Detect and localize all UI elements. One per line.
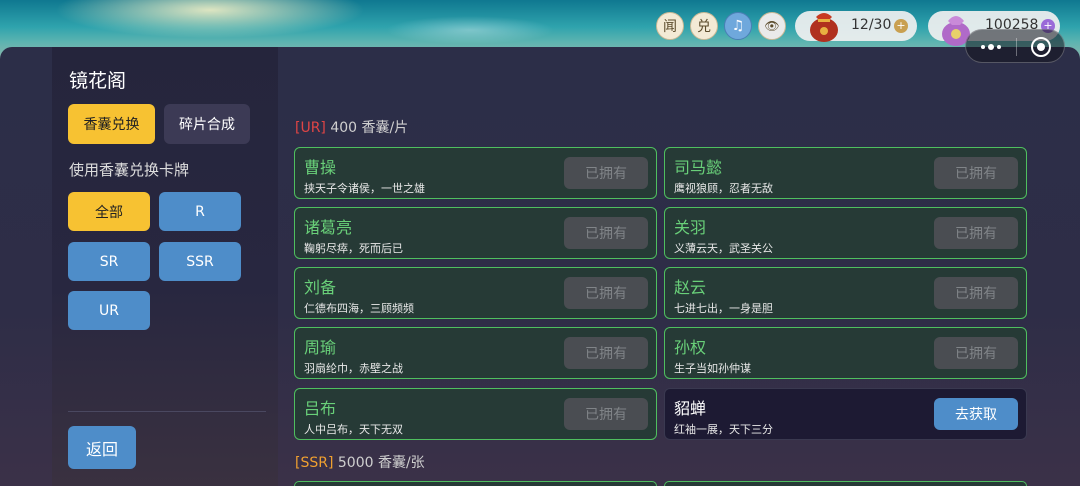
ssr-price: 5000 香囊/张: [337, 455, 425, 471]
owned-button[interactable]: 已拥有: [564, 157, 648, 189]
ssr-card-partial-left: [294, 481, 657, 486]
card-desc: 红袖一展，天下三分: [674, 423, 773, 436]
bag-count: 12/30: [851, 17, 892, 33]
owned-button[interactable]: 已拥有: [934, 157, 1018, 189]
card-name: 赵云: [674, 278, 707, 297]
filter-sr-button[interactable]: SR: [68, 242, 150, 281]
card-desc: 挟天子令诸侯，一世之雄: [304, 182, 425, 195]
owned-button[interactable]: 已拥有: [564, 398, 648, 430]
capsule-divider: [1016, 38, 1017, 56]
filter-ur-button[interactable]: UR: [68, 291, 150, 330]
tab-exchange[interactable]: 香囊兑换: [68, 104, 155, 144]
ur-section-header: [UR] 400 香囊/片: [295, 117, 408, 137]
card-diaochan: 貂蝉 红袖一展，天下三分 去获取: [664, 388, 1027, 440]
card-name: 曹操: [304, 158, 337, 177]
owned-button[interactable]: 已拥有: [934, 337, 1018, 369]
card-zhugeliang: 诸葛亮 鞠躬尽瘁，死而后已 已拥有: [294, 207, 657, 259]
card-sunquan: 孙权 生子当如孙仲谋 已拥有: [664, 327, 1027, 379]
card-desc: 七进七出，一身是胆: [674, 302, 773, 315]
eye-icon[interactable]: 👁: [758, 12, 786, 40]
card-name: 司马懿: [674, 158, 723, 177]
exchange-icon-label: 兑: [697, 19, 711, 35]
card-name: 貂蝉: [674, 399, 707, 418]
card-name: 吕布: [304, 399, 337, 418]
obtain-button[interactable]: 去获取: [934, 398, 1018, 430]
card-desc: 生子当如孙仲谋: [674, 362, 751, 375]
card-desc: 鹰视狼顾，忍者无敌: [674, 182, 773, 195]
filter-ssr-button[interactable]: SSR: [159, 242, 241, 281]
music-icon[interactable]: ♫: [724, 12, 752, 40]
card-desc: 人中吕布，天下无双: [304, 423, 403, 436]
card-name: 周瑜: [304, 338, 337, 357]
ssr-section-header: [SSR] 5000 香囊/张: [295, 452, 425, 472]
filter-all-button[interactable]: 全部: [68, 192, 150, 231]
card-name: 诸葛亮: [304, 218, 353, 237]
card-zhouyu: 周瑜 羽扇纶巾，赤壁之战 已拥有: [294, 327, 657, 379]
ssr-card-partial-right: [664, 481, 1027, 486]
ur-tag: [UR]: [295, 120, 326, 136]
sidebar-divider: [68, 411, 266, 412]
bag-counter[interactable]: 12/30 +: [795, 11, 917, 42]
owned-button[interactable]: 已拥有: [564, 217, 648, 249]
sidebar-subtitle: 使用香囊兑换卡牌: [69, 161, 190, 179]
eye-icon-glyph: 👁: [764, 19, 780, 33]
back-button[interactable]: 返回: [68, 426, 136, 469]
wen-icon-label: 闻: [663, 19, 677, 35]
ssr-tag: [SSR]: [295, 455, 334, 471]
ur-price: 400 香囊/片: [330, 120, 409, 136]
owned-button[interactable]: 已拥有: [564, 277, 648, 309]
card-name: 孙权: [674, 338, 707, 357]
card-desc: 义薄云天，武圣关公: [674, 242, 773, 255]
card-name: 关羽: [674, 218, 707, 237]
card-lvbu: 吕布 人中吕布，天下无双 已拥有: [294, 388, 657, 440]
bag-plus-icon[interactable]: +: [894, 19, 908, 33]
card-name: 刘备: [304, 278, 337, 297]
card-desc: 羽扇纶巾，赤壁之战: [304, 362, 403, 375]
close-target-icon[interactable]: [1030, 36, 1052, 58]
owned-button[interactable]: 已拥有: [934, 277, 1018, 309]
card-desc: 仁德布四海，三顾频频: [304, 302, 414, 315]
tab-synthesis[interactable]: 碎片合成: [164, 104, 250, 144]
card-caocao: 曹操 挟天子令诸侯，一世之雄 已拥有: [294, 147, 657, 199]
music-icon-glyph: ♫: [731, 18, 745, 34]
card-zhaoyun: 赵云 七进七出，一身是胆 已拥有: [664, 267, 1027, 319]
wen-icon[interactable]: 闻: [656, 12, 684, 40]
pouch-icon: [810, 13, 838, 42]
owned-button[interactable]: 已拥有: [564, 337, 648, 369]
filter-r-button[interactable]: R: [159, 192, 241, 231]
card-guanyu: 关羽 义薄云天，武圣关公 已拥有: [664, 207, 1027, 259]
mini-program-capsule: [965, 29, 1065, 63]
page-title: 镜花阁: [69, 70, 127, 92]
exchange-icon[interactable]: 兑: [690, 12, 718, 40]
owned-button[interactable]: 已拥有: [934, 217, 1018, 249]
more-icon[interactable]: [980, 42, 1002, 52]
card-liubei: 刘备 仁德布四海，三顾频频 已拥有: [294, 267, 657, 319]
card-desc: 鞠躬尽瘁，死而后已: [304, 242, 403, 255]
card-simayi: 司马懿 鹰视狼顾，忍者无敌 已拥有: [664, 147, 1027, 199]
